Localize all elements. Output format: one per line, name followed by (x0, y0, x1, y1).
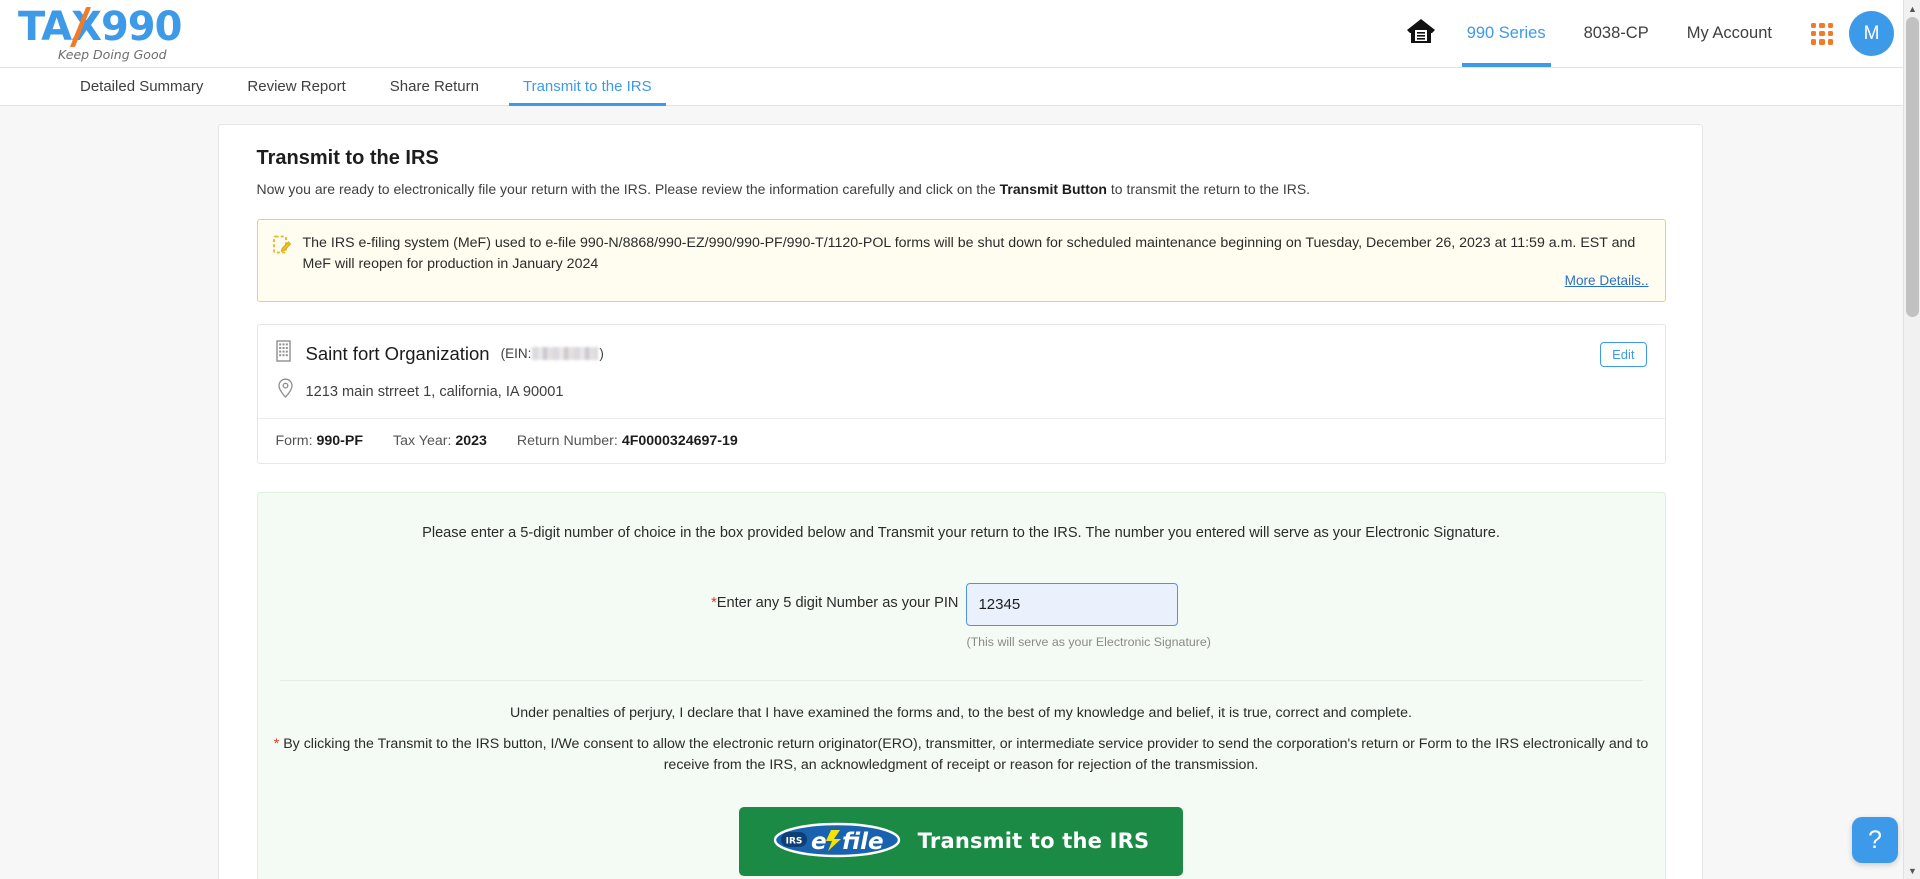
perjury-statement: Under penalties of perjury, I declare th… (510, 705, 1412, 722)
detail-return-number: Return Number: 4F0000324697-19 (517, 433, 738, 449)
maintenance-alert: The IRS e-filing system (MeF) used to e-… (256, 219, 1666, 303)
signature-divider (279, 680, 1643, 682)
edit-button[interactable]: Edit (1600, 342, 1647, 368)
ein-suffix: ) (599, 346, 604, 362)
avatar[interactable]: M (1849, 11, 1894, 56)
tab-share-return[interactable]: Share Return (368, 68, 501, 105)
pin-input[interactable] (966, 583, 1179, 627)
transmit-button-label: Transmit to the IRS (917, 829, 1150, 854)
nav-item-label: My Account (1686, 24, 1772, 42)
transmit-card: Transmit to the IRS Now you are ready to… (217, 124, 1703, 879)
grid-apps-icon[interactable] (1811, 22, 1833, 45)
home-icon (1406, 17, 1436, 50)
nav-item-990-series[interactable]: 990 Series (1448, 0, 1565, 67)
transmit-to-irs-button[interactable]: IRS e file Transmit to the IRS (738, 806, 1184, 876)
organization-details-row: Form: 990-PF Tax Year: 2023 Return Numbe… (257, 418, 1665, 463)
ein-prefix: (EIN: (500, 346, 532, 362)
app-header: TAX990 Keep Doing Good 990 Series 8038-C… (0, 0, 1920, 67)
alert-body: The IRS e-filing system (MeF) used to e-… (303, 233, 1649, 290)
nav-item-label: 8038-CP (1583, 24, 1649, 42)
detail-label: Return Number: (516, 433, 618, 450)
tab-detailed-summary[interactable]: Detailed Summary (58, 68, 225, 105)
svg-text:IRS: IRS (785, 836, 802, 846)
pin-hint: (This will serve as your Electronic Sign… (966, 635, 1211, 650)
pin-label: *Enter any 5 digit Number as your PIN (711, 583, 958, 611)
scrollbar-up-arrow[interactable]: ▲ (1904, 0, 1920, 17)
building-icon (275, 340, 295, 367)
organization-name-row: Saint fort Organization (EIN: ) (275, 340, 1647, 367)
organization-card: Saint fort Organization (EIN: ) 1213 mai… (256, 324, 1666, 465)
organization-card-top: Saint fort Organization (EIN: ) 1213 mai… (258, 325, 1665, 418)
nav-item-label: 990 Series (1466, 24, 1546, 42)
organization-name: Saint fort Organization (305, 342, 490, 364)
nav-item-8038-cp[interactable]: 8038-CP (1565, 0, 1668, 67)
detail-label: Form: (275, 433, 313, 450)
tab-label: Review Report (247, 78, 346, 95)
subtitle-part-1: Now you are ready to electronically file… (256, 181, 1000, 197)
transmit-button-wrap: IRS e file Transmit to the IRS (268, 806, 1655, 876)
signature-instructions: Please enter a 5-digit number of choice … (422, 525, 1500, 542)
sub-tab-bar: Detailed Summary Review Report Share Ret… (0, 67, 1920, 106)
more-details-link[interactable]: More Details.. (1565, 273, 1649, 288)
organization-address-row: 1213 main strreet 1, california, IA 9000… (276, 378, 1647, 405)
header-nav: 990 Series 8038-CP My Account M (1394, 0, 1920, 67)
consent-statement: * By clicking the Transmit to the IRS bu… (268, 734, 1655, 777)
subtitle-emphasis: Transmit Button (999, 181, 1107, 197)
note-pencil-icon (272, 233, 292, 290)
tab-review-report[interactable]: Review Report (225, 68, 367, 105)
page-subtitle: Now you are ready to electronically file… (257, 181, 1684, 197)
location-pin-icon (276, 378, 295, 405)
svg-text:file: file (842, 829, 884, 855)
home-button[interactable] (1394, 12, 1448, 56)
pin-field-wrap: (This will serve as your Electronic Sign… (966, 583, 1211, 650)
nav-item-my-account[interactable]: My Account (1668, 0, 1791, 67)
logo-tagline: Keep Doing Good (58, 46, 167, 62)
consent-text: By clicking the Transmit to the IRS butt… (279, 736, 1649, 774)
detail-label: Tax Year: (393, 433, 452, 450)
subtitle-part-2: to transmit the return to the IRS. (1106, 181, 1311, 197)
scrollbar-down-arrow[interactable]: ▼ (1904, 862, 1920, 879)
pin-row: *Enter any 5 digit Number as your PIN (T… (268, 583, 1655, 649)
detail-value: 990-PF (316, 433, 364, 450)
avatar-initial: M (1863, 22, 1880, 44)
alert-link-row: More Details.. (303, 272, 1649, 290)
signature-section: Please enter a 5-digit number of choice … (256, 492, 1666, 879)
page-title: Transmit to the IRS (256, 147, 439, 169)
organization-ein: (EIN: ) (501, 346, 604, 361)
ein-redacted-value (532, 347, 599, 361)
svg-text:e: e (811, 829, 827, 855)
page-scrollbar[interactable]: ▲ ▼ (1903, 0, 1920, 879)
irs-efile-logo-icon: IRS e file (773, 821, 901, 862)
tab-transmit-to-the-irs[interactable]: Transmit to the IRS (501, 68, 674, 106)
tab-label: Transmit to the IRS (522, 78, 652, 95)
organization-address: 1213 main strreet 1, california, IA 9000… (305, 383, 564, 400)
detail-value: 4F0000324697-19 (621, 433, 738, 450)
scrollbar-thumb[interactable] (1906, 17, 1919, 317)
alert-text: The IRS e-filing system (MeF) used to e-… (302, 235, 1636, 272)
tab-label: Share Return (389, 78, 479, 95)
tab-label: Detailed Summary (80, 78, 204, 95)
detail-form: Form: 990-PF (276, 433, 364, 449)
page-content: Transmit to the IRS Now you are ready to… (0, 106, 1920, 879)
detail-tax-year: Tax Year: 2023 (393, 433, 487, 449)
help-button[interactable]: ? (1852, 817, 1898, 863)
detail-value: 2023 (455, 433, 487, 450)
pin-label-text: Enter any 5 digit Number as your PIN (716, 595, 959, 612)
tax990-logo[interactable]: TAX990 Keep Doing Good (18, 3, 182, 63)
logo-text: TAX990 (18, 3, 182, 50)
question-mark-icon: ? (1868, 825, 1882, 854)
